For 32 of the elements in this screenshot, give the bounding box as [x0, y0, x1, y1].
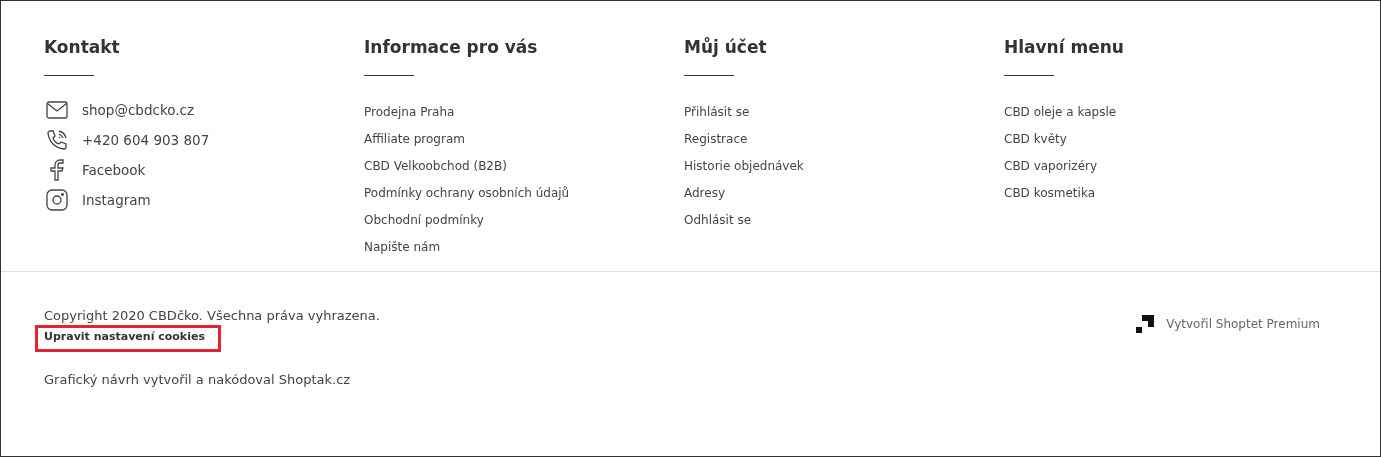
copyright-text: Copyright 2020 CBDčko. Všechna práva vyhrazena.: [44, 307, 380, 325]
footer-link[interactable]: Napište nám: [364, 238, 684, 256]
footer-link[interactable]: Přihlásit se: [684, 103, 1004, 121]
platform-credit: Vytvořil Shoptet Premium: [1166, 317, 1320, 331]
footer-link[interactable]: Registrace: [684, 130, 1004, 148]
footer-link[interactable]: Adresy: [684, 184, 1004, 202]
column-heading: Můj účet: [684, 37, 768, 57]
footer-link[interactable]: Obchodní podmínky: [364, 211, 684, 229]
cookie-settings-link[interactable]: Upravit nastavení cookies: [44, 329, 205, 345]
column-heading: Hlavní menu: [1004, 37, 1125, 57]
mail-icon: [46, 101, 68, 119]
column-heading: Kontakt: [44, 37, 121, 57]
design-credit: Grafický návrh vytvořil a nakódoval Shoptak.cz: [44, 372, 352, 387]
footer-link[interactable]: Prodejna Praha: [364, 103, 684, 121]
footer-link[interactable]: CBD květy: [1004, 130, 1324, 148]
shoptet-logo-icon: [1136, 315, 1155, 333]
footer-link[interactable]: CBD Velkoobchod (B2B): [364, 157, 684, 175]
footer-link[interactable]: CBD vaporizéry: [1004, 157, 1324, 175]
footer-link[interactable]: Affiliate program: [364, 130, 684, 148]
facebook-icon: [48, 159, 66, 181]
contact-link[interactable]: Instagram: [82, 189, 151, 211]
footer-link[interactable]: Historie objednávek: [684, 157, 1004, 175]
phone-icon: [46, 129, 68, 151]
footer-link[interactable]: Podmínky ochrany osobních údajů: [364, 184, 684, 202]
footer-link[interactable]: Odhlásit se: [684, 211, 1004, 229]
contact-link[interactable]: shop@cbdcko.cz: [82, 99, 195, 121]
instagram-icon: [46, 189, 68, 211]
footer-link[interactable]: CBD kosmetika: [1004, 184, 1324, 202]
contact-link[interactable]: +420 604 903 807: [82, 129, 210, 151]
footer-link[interactable]: CBD oleje a kapsle: [1004, 103, 1324, 121]
column-heading: Informace pro vás: [364, 37, 539, 57]
contact-link[interactable]: Facebook: [82, 159, 146, 181]
